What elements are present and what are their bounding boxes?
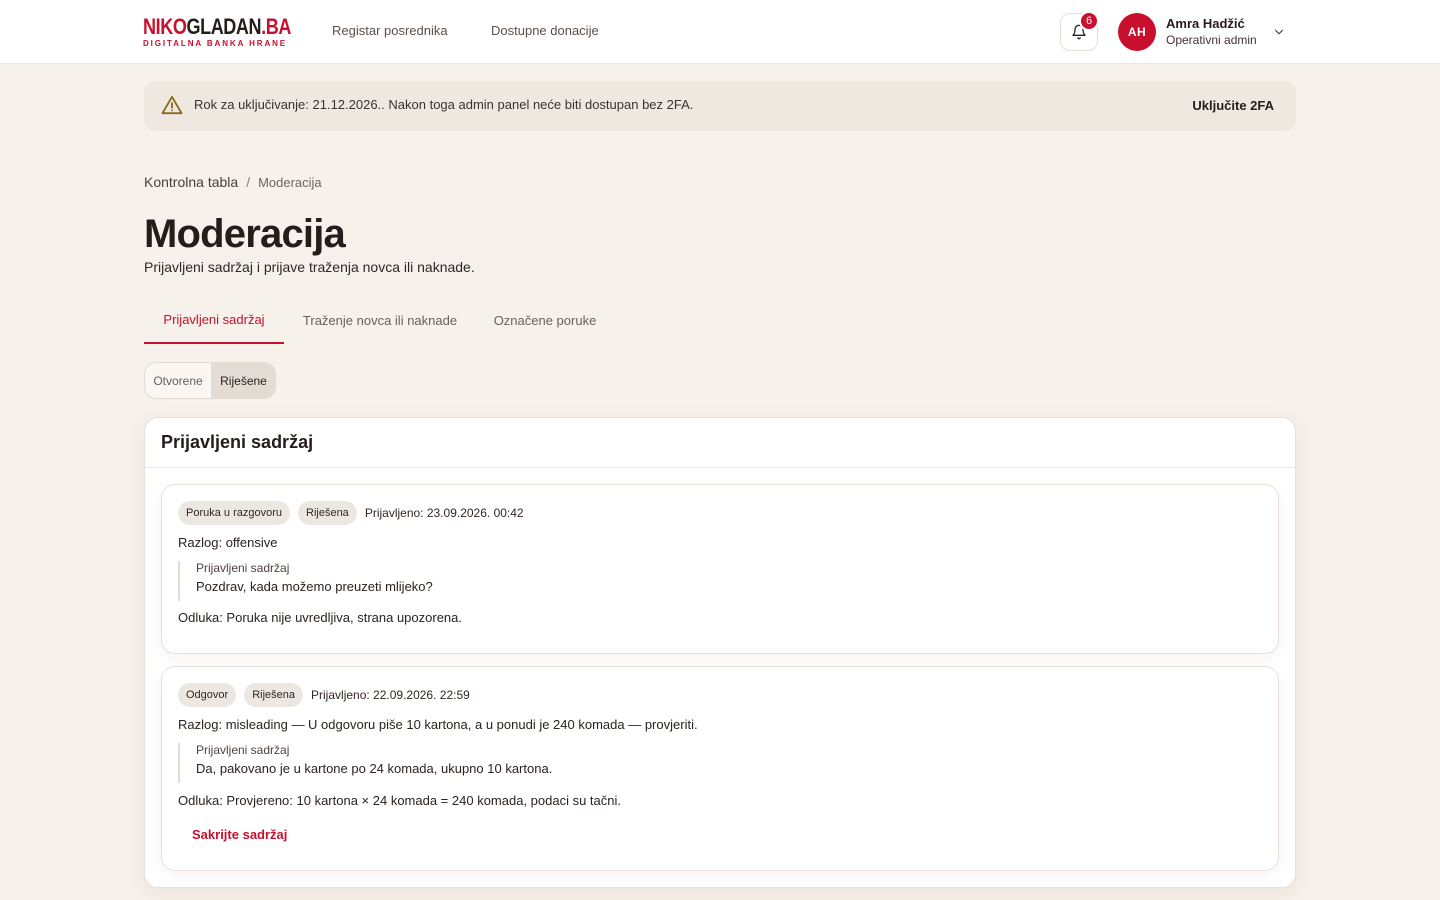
logo-tagline: DIGITALNA BANKA HRANE (143, 39, 288, 48)
enable-2fa-button[interactable]: Uključite 2FA (1192, 98, 1274, 113)
quote-text: Pozdrav, kada možemo preuzeti mlijeko? (196, 579, 433, 594)
report-meta: Poruka u razgovoru Riješena Prijavljeno:… (178, 501, 524, 525)
reported-content-quote: Prijavljeni sadržaj Da, pakovano je u ka… (178, 743, 552, 783)
breadcrumb-separator: / (246, 174, 251, 190)
logo-wordmark: NIKOGLADAN.BA (143, 14, 292, 39)
reported-timestamp: Prijavljeno: 22.09.2026. 22:59 (311, 688, 470, 702)
report-reason: Razlog: offensive (178, 535, 278, 550)
filter-otvorene[interactable]: Otvorene (145, 363, 211, 398)
card-header: Prijavljeni sadržaj (145, 418, 1295, 468)
report-item: Odgovor Riješena Prijavljeno: 22.09.2026… (161, 666, 1279, 871)
quote-text: Da, pakovano je u kartone po 24 komada, … (196, 761, 553, 776)
status-filter-toggle: Otvorene Riješene (144, 362, 276, 399)
filter-rijesene[interactable]: Riješene (211, 363, 275, 398)
status-badge: Riješena (244, 683, 304, 707)
breadcrumb-current: Moderacija (258, 175, 322, 190)
report-decision: Odluka: Poruka nije uvredljiva, strana u… (178, 610, 462, 625)
tab-oznacene-poruke[interactable]: Označene poruke (476, 296, 614, 344)
two-factor-warning-banner: Rok za uključivanje: 21.12.2026.. Nakon … (144, 81, 1296, 131)
chevron-down-icon[interactable] (1272, 25, 1286, 39)
card-title: Prijavljeni sadržaj (161, 432, 314, 452)
top-navigation-bar: NIKOGLADAN.BA DIGITALNA BANKA HRANE Regi… (0, 0, 1440, 64)
reported-content-quote: Prijavljeni sadržaj Pozdrav, kada možemo… (178, 561, 433, 601)
banner-message: Rok za uključivanje: 21.12.2026.. Nakon … (194, 97, 694, 112)
user-role: Operativni admin (1166, 33, 1257, 47)
report-item: Poruka u razgovoru Riješena Prijavljeno:… (161, 484, 1279, 654)
avatar: AH (1118, 13, 1156, 51)
quote-label: Prijavljeni sadržaj (196, 561, 290, 575)
page-subtitle: Prijavljeni sadržaj i prijave traženja n… (144, 259, 475, 275)
reported-content-card: Prijavljeni sadržaj Poruka u razgovoru R… (144, 417, 1296, 888)
quote-label: Prijavljeni sadržaj (196, 743, 290, 757)
brand-logo[interactable]: NIKOGLADAN.BA DIGITALNA BANKA HRANE (143, 14, 292, 49)
tab-trazenje-novca[interactable]: Traženje novca ili naknade (284, 296, 476, 344)
warning-icon (161, 95, 183, 115)
report-type-badge: Odgovor (178, 683, 237, 707)
report-decision: Odluka: Provjereno: 10 kartona × 24 koma… (178, 793, 621, 808)
breadcrumb: Kontrolna tabla / Moderacija (144, 174, 322, 190)
report-meta: Odgovor Riješena Prijavljeno: 22.09.2026… (178, 683, 470, 707)
nav-link-registar-posrednika[interactable]: Registar posrednika (332, 23, 448, 38)
nav-link-dostupne-donacije[interactable]: Dostupne donacije (491, 23, 599, 38)
notification-count-badge: 6 (1079, 11, 1099, 31)
report-type-badge: Poruka u razgovoru (178, 501, 290, 525)
tab-prijavljeni-sadrzaj[interactable]: Prijavljeni sadržaj (144, 296, 284, 344)
reported-timestamp: Prijavljeno: 23.09.2026. 00:42 (364, 506, 524, 520)
page-title: Moderacija (144, 212, 346, 256)
user-menu[interactable]: AH Amra Hadžić Operativni admin (1118, 13, 1293, 51)
status-badge: Riješena (298, 501, 357, 525)
user-name: Amra Hadžić (1166, 16, 1245, 31)
hide-content-button[interactable]: Sakrijte sadržaj (192, 827, 287, 842)
breadcrumb-link-kontrolna-tabla[interactable]: Kontrolna tabla (144, 174, 238, 190)
report-reason: Razlog: misleading — U odgovoru piše 10 … (178, 717, 698, 732)
notifications-button[interactable]: 6 (1060, 11, 1099, 51)
